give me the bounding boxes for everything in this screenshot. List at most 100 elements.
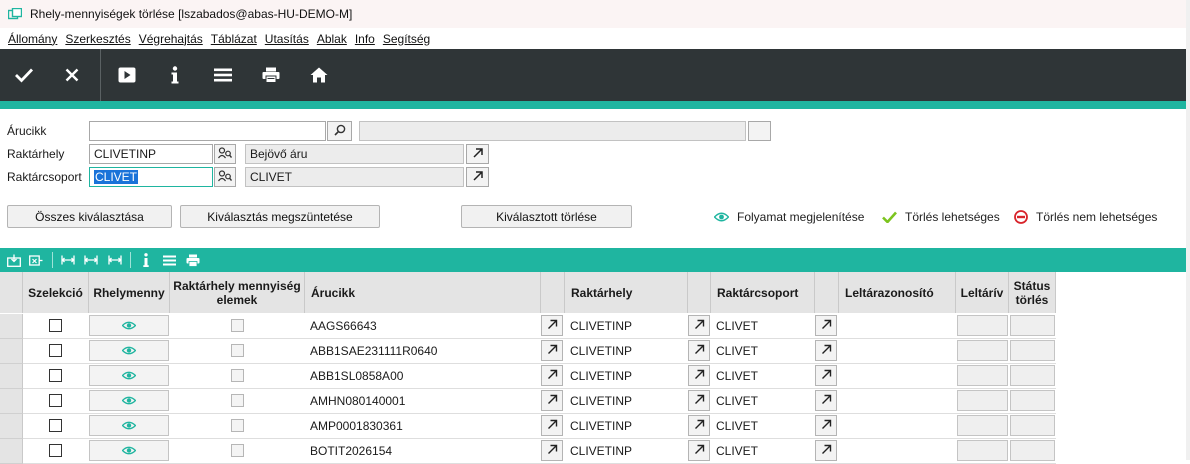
menu-allomany[interactable]: Állomány — [8, 32, 57, 46]
header-szelekcio[interactable]: Szelekció — [23, 272, 89, 313]
row-header[interactable] — [0, 314, 23, 339]
show-quantity-button[interactable] — [89, 315, 169, 336]
raktarhely-lookup-button[interactable] — [214, 144, 236, 164]
header-leltarazonosito[interactable]: Leltárazonosító — [839, 272, 956, 313]
select-all-button[interactable]: Összes kiválasztása — [7, 205, 172, 228]
table-row[interactable]: ABB1SL0858A00 CLIVETINP CLIVET — [0, 364, 1056, 389]
status-delete-button[interactable] — [1010, 365, 1055, 386]
select-checkbox[interactable] — [49, 419, 62, 432]
check-icon[interactable] — [0, 49, 48, 101]
raktarhely-open-button[interactable] — [688, 390, 710, 411]
leltariv-button[interactable] — [957, 440, 1008, 461]
leltariv-button[interactable] — [957, 390, 1008, 411]
show-quantity-button[interactable] — [89, 340, 169, 361]
menu-segitseg[interactable]: Segítség — [383, 32, 430, 46]
header-leltariv[interactable]: Leltárív — [956, 272, 1009, 313]
table-row[interactable]: ABB1SAE231111R0640 CLIVETINP CLIVET — [0, 339, 1056, 364]
select-checkbox[interactable] — [49, 444, 62, 457]
header-elemek[interactable]: Raktárhely mennyiség elemek — [170, 272, 305, 313]
raktarcsoport-open-button[interactable] — [815, 340, 837, 361]
arucikk-open-button[interactable] — [541, 365, 563, 386]
row-header[interactable] — [0, 364, 23, 389]
search-button[interactable] — [327, 121, 352, 141]
menu-vegrehajtas[interactable]: Végrehajtás — [139, 32, 203, 46]
print-icon[interactable] — [247, 49, 295, 101]
raktarhely-open-button[interactable] — [688, 340, 710, 361]
table-row[interactable]: AMHN080140001 CLIVETINP CLIVET — [0, 389, 1056, 414]
raktarhely-input[interactable]: CLIVETINP — [89, 144, 213, 164]
header-raktarcsoport[interactable]: Raktárcsoport — [711, 272, 815, 313]
status-delete-button[interactable] — [1010, 415, 1055, 436]
menu-ablak[interactable]: Ablak — [317, 32, 347, 46]
table-menu-icon[interactable] — [161, 252, 177, 268]
menu-icon[interactable] — [199, 49, 247, 101]
raktarhely-open-button[interactable] — [688, 365, 710, 386]
show-quantity-button[interactable] — [89, 440, 169, 461]
select-checkbox[interactable] — [49, 369, 62, 382]
close-icon[interactable] — [48, 49, 96, 101]
raktarhely-open-button[interactable] — [466, 144, 489, 164]
insert-row-icon[interactable] — [6, 252, 22, 268]
column-fit-icon[interactable] — [83, 252, 99, 268]
delete-row-icon[interactable] — [28, 252, 44, 268]
status-delete-button[interactable] — [1010, 315, 1055, 336]
header-raktarhely[interactable]: Raktárhely — [565, 272, 688, 313]
info-icon[interactable] — [151, 49, 199, 101]
menu-szerkesztes[interactable]: Szerkesztés — [65, 32, 130, 46]
leltariv-button[interactable] — [957, 315, 1008, 336]
header-rhelymenny[interactable]: Rhelymenny — [89, 272, 170, 313]
raktarcsoport-open-button[interactable] — [815, 390, 837, 411]
raktarcsoport-open-button[interactable] — [815, 415, 837, 436]
arucikk-open-button[interactable] — [541, 340, 563, 361]
arrow-up-right-icon — [821, 369, 832, 383]
show-quantity-button[interactable] — [89, 390, 169, 411]
raktarhely-open-button[interactable] — [688, 440, 710, 461]
menu-info[interactable]: Info — [355, 32, 375, 46]
arucikk-open-button[interactable] — [541, 415, 563, 436]
table-info-icon[interactable] — [138, 252, 154, 268]
show-quantity-button[interactable] — [89, 415, 169, 436]
table-print-icon[interactable] — [185, 252, 201, 268]
arucikk-input[interactable] — [89, 121, 326, 141]
delete-selected-button[interactable]: Kiválasztott törlése — [461, 205, 632, 228]
home-icon[interactable] — [295, 49, 343, 101]
table-row[interactable]: AAGS66643 CLIVETINP CLIVET — [0, 314, 1056, 339]
leltariv-button[interactable] — [957, 340, 1008, 361]
row-header[interactable] — [0, 414, 23, 439]
raktarhely-open-button[interactable] — [688, 315, 710, 336]
select-checkbox[interactable] — [49, 344, 62, 357]
select-checkbox[interactable] — [49, 394, 62, 407]
header-statusz[interactable]: Státus törlés — [1009, 272, 1056, 313]
arucikk-open-button[interactable] — [541, 390, 563, 411]
raktarhely-open-button[interactable] — [688, 415, 710, 436]
menu-tablazat[interactable]: Táblázat — [211, 32, 257, 46]
table-row[interactable]: BOTIT2026154 CLIVETINP CLIVET — [0, 439, 1056, 464]
leltariv-button[interactable] — [957, 365, 1008, 386]
raktarcsoport-open-button[interactable] — [815, 440, 837, 461]
deselect-button[interactable]: Kiválasztás megszüntetése — [180, 205, 380, 228]
raktarcsoport-open-button[interactable] — [466, 167, 489, 187]
status-delete-button[interactable] — [1010, 340, 1055, 361]
raktarcsoport-open-button[interactable] — [815, 365, 837, 386]
raktarcsoport-lookup-button[interactable] — [214, 167, 236, 187]
header-arucikk[interactable]: Árucikk — [305, 272, 541, 313]
row-header[interactable] — [0, 339, 23, 364]
row-header[interactable] — [0, 439, 23, 464]
arucikk-extra-button[interactable] — [748, 121, 771, 141]
raktarcsoport-input[interactable]: CLIVET — [89, 167, 213, 187]
arucikk-open-button[interactable] — [541, 440, 563, 461]
arucikk-open-button[interactable] — [541, 315, 563, 336]
status-delete-button[interactable] — [1010, 390, 1055, 411]
play-icon[interactable] — [103, 49, 151, 101]
select-checkbox[interactable] — [49, 319, 62, 332]
leltariv-button[interactable] — [957, 415, 1008, 436]
status-delete-button[interactable] — [1010, 440, 1055, 461]
table-row[interactable]: AMP0001830361 CLIVETINP CLIVET — [0, 414, 1056, 439]
data-table: Szelekció Rhelymenny Raktárhely mennyisé… — [0, 272, 1190, 464]
row-header[interactable] — [0, 389, 23, 414]
raktarcsoport-open-button[interactable] — [815, 315, 837, 336]
column-reset-icon[interactable] — [107, 252, 123, 268]
show-quantity-button[interactable] — [89, 365, 169, 386]
menu-utasitas[interactable]: Utasítás — [265, 32, 309, 46]
column-width-icon[interactable] — [60, 252, 76, 268]
